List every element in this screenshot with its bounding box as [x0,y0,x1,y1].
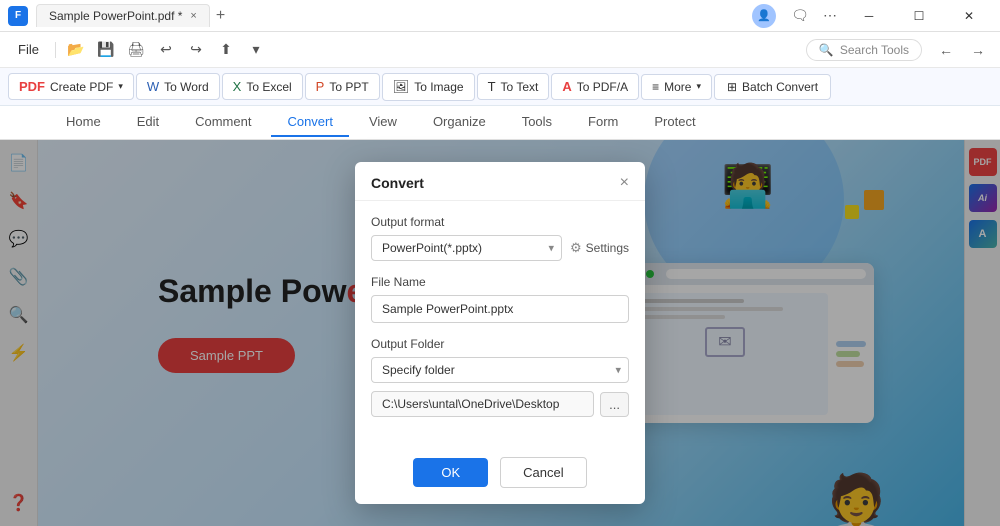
convert-modal: Convert × Output format PowerPoint(*.ppt… [355,162,645,504]
to-pdfa-label: To PDF/A [577,80,628,94]
output-format-row: PowerPoint(*.pptx) ⚙ Settings [371,235,629,261]
batch-convert-label: Batch Convert [742,80,818,94]
to-image-icon: 🖼 [393,79,410,95]
tab-close-button[interactable]: × [190,10,196,22]
modal-title: Convert [371,175,424,191]
batch-convert-button[interactable]: ⊞ Batch Convert [714,74,831,100]
search-tools-label: Search Tools [840,43,909,57]
document-tab[interactable]: Sample PowerPoint.pdf * × [36,4,210,27]
to-text-label: To Text [501,80,539,94]
output-format-select[interactable]: PowerPoint(*.pptx) [371,235,562,261]
to-ppt-label: To PPT [329,80,368,94]
nav-back-forward: ← → [932,36,992,64]
more-dropdown-icon: ▾ [696,81,701,92]
path-row: ... [371,391,629,417]
to-ppt-icon: P [316,79,325,94]
to-image-label: To Image [414,80,463,94]
path-input[interactable] [371,391,594,417]
menubar: File 📂 💾 🖨 ↩ ↪ ⬆ ▾ 🔍 Search Tools ← → [0,32,1000,68]
specify-folder-wrapper: Specify folder [371,357,629,383]
to-word-icon: W [147,79,159,94]
close-button[interactable]: ✕ [946,1,992,31]
cancel-button[interactable]: Cancel [500,457,586,488]
toolbar: PDF Create PDF ▾ W To Word X To Excel P … [0,68,1000,106]
back-button[interactable]: ← [932,36,960,64]
nav-organize[interactable]: Organize [417,108,502,137]
file-menu[interactable]: File [8,38,49,61]
settings-gear-icon: ⚙ [570,240,582,256]
create-pdf-label: Create PDF [50,80,113,94]
output-format-select-wrapper: PowerPoint(*.pptx) [371,235,562,261]
save-button[interactable]: 💾 [92,36,120,64]
menubar-separator [55,42,56,58]
redo-button[interactable]: ↪ [182,36,210,64]
nav-comment[interactable]: Comment [179,108,267,137]
notifications-icon[interactable]: 🗨 [788,4,812,28]
minimize-button[interactable]: ─ [846,1,892,31]
window-controls: 👤 🗨 ⋯ ─ ☐ ✕ [752,1,992,31]
specify-folder-select[interactable]: Specify folder [371,357,629,383]
output-folder-label: Output Folder [371,337,629,351]
tab-title: Sample PowerPoint.pdf * [49,9,182,23]
nav-view[interactable]: View [353,108,413,137]
to-excel-button[interactable]: X To Excel [222,73,303,100]
to-ppt-button[interactable]: P To PPT [305,73,380,100]
ok-button[interactable]: OK [413,458,488,487]
maximize-button[interactable]: ☐ [896,1,942,31]
more-convert-button[interactable]: ≡ More ▾ [641,74,712,100]
to-excel-label: To Excel [246,80,291,94]
more-label: More [664,80,691,94]
app-logo: F [8,6,28,26]
to-excel-icon: X [233,79,242,94]
modal-close-button[interactable]: × [620,174,629,192]
file-name-input[interactable] [371,295,629,323]
nav-home[interactable]: Home [50,108,117,137]
to-word-button[interactable]: W To Word [136,73,220,100]
search-icon: 🔍 [819,43,834,57]
modal-header: Convert × [355,162,645,201]
create-pdf-button[interactable]: PDF Create PDF ▾ [8,73,134,100]
user-avatar[interactable]: 👤 [752,4,776,28]
nav-edit[interactable]: Edit [121,108,175,137]
nav-protect[interactable]: Protect [638,108,711,137]
browse-button[interactable]: ... [600,392,629,417]
search-tools-bar[interactable]: 🔍 Search Tools [806,39,922,61]
main-content: 📄 🔖 💬 📎 🔍 ⚡ ❓ Sample Power... Sample PPT [0,140,1000,526]
more-button[interactable]: ▾ [242,36,270,64]
upload-button[interactable]: ⬆ [212,36,240,64]
more-options-icon[interactable]: ⋯ [818,4,842,28]
settings-button[interactable]: ⚙ Settings [570,240,629,256]
create-pdf-icon: PDF [19,79,45,94]
output-format-label: Output format [371,215,629,229]
modal-overlay: Convert × Output format PowerPoint(*.ppt… [0,140,1000,526]
to-text-button[interactable]: T To Text [477,73,550,100]
output-folder-select-wrapper: Specify folder [371,357,629,383]
undo-button[interactable]: ↩ [152,36,180,64]
navbar: Home Edit Comment Convert View Organize … [0,106,1000,140]
to-text-icon: T [488,79,496,94]
to-image-button[interactable]: 🖼 To Image [382,73,475,101]
settings-label: Settings [586,241,629,255]
new-tab-button[interactable]: + [216,7,225,25]
modal-body: Output format PowerPoint(*.pptx) ⚙ Setti… [355,201,645,447]
nav-form[interactable]: Form [572,108,634,137]
forward-button[interactable]: → [964,36,992,64]
to-pdfa-button[interactable]: A To PDF/A [551,73,639,100]
open-button[interactable]: 📂 [62,36,90,64]
more-icon: ≡ [652,80,659,94]
nav-tools[interactable]: Tools [506,108,568,137]
print-button[interactable]: 🖨 [122,36,150,64]
titlebar: F Sample PowerPoint.pdf * × + 👤 🗨 ⋯ ─ ☐ … [0,0,1000,32]
batch-convert-icon: ⊞ [727,80,737,94]
create-pdf-dropdown-icon: ▾ [118,81,123,92]
modal-footer: OK Cancel [355,447,645,504]
file-name-label: File Name [371,275,629,289]
to-pdfa-icon: A [562,79,571,94]
nav-convert[interactable]: Convert [271,108,349,137]
to-word-label: To Word [164,80,208,94]
